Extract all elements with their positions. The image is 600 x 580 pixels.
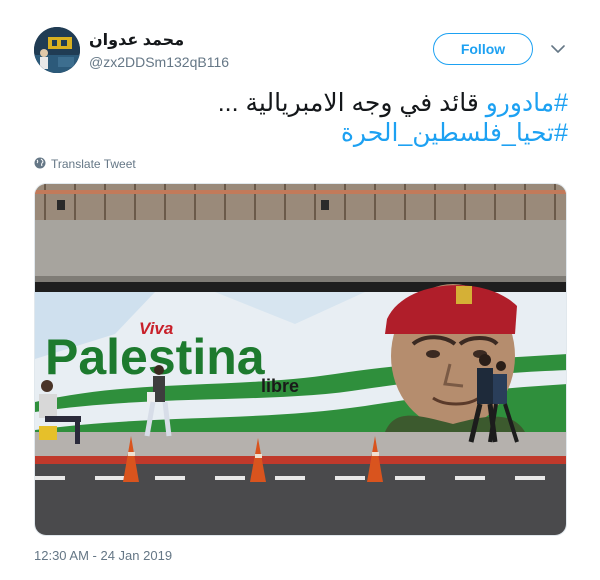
translate-label: Translate Tweet [51,157,136,171]
translate-tweet[interactable]: Translate Tweet [34,156,136,172]
author-handle[interactable]: @zx2DDSm132qB116 [89,54,229,70]
mural-libre-text: libre [261,376,299,396]
tweet-line-2: #تحيا_فلسطين_الحرة [200,118,568,148]
hashtag-free-palestine[interactable]: #تحيا_فلسطين_الحرة [341,119,568,147]
author-name[interactable]: محمد عدوان [89,30,184,50]
tweet-line-1-text: قائد في وجه الامبريالية ... [217,89,486,117]
tweet-text: #مادورو قائد في وجه الامبريالية ... #تحي… [200,88,568,148]
follow-button[interactable]: Follow [433,33,533,65]
avatar-image [34,27,80,73]
avatar[interactable] [34,27,80,73]
follow-button-label: Follow [460,41,506,57]
hashtag-maduro[interactable]: #مادورو [486,89,568,117]
tweet-line-1: #مادورو قائد في وجه الامبريالية ... [200,88,568,118]
mural-photo: Viva Palestina libre [35,184,566,535]
tweet-card: محمد عدوان @zx2DDSm132qB116 Follow #مادو… [0,0,600,580]
tweet-timestamp[interactable]: 12:30 AM - 24 Jan 2019 [34,548,172,563]
chevron-down-icon[interactable] [549,40,567,58]
globe-icon [34,157,46,172]
tweet-photo[interactable]: Viva Palestina libre [34,183,567,536]
